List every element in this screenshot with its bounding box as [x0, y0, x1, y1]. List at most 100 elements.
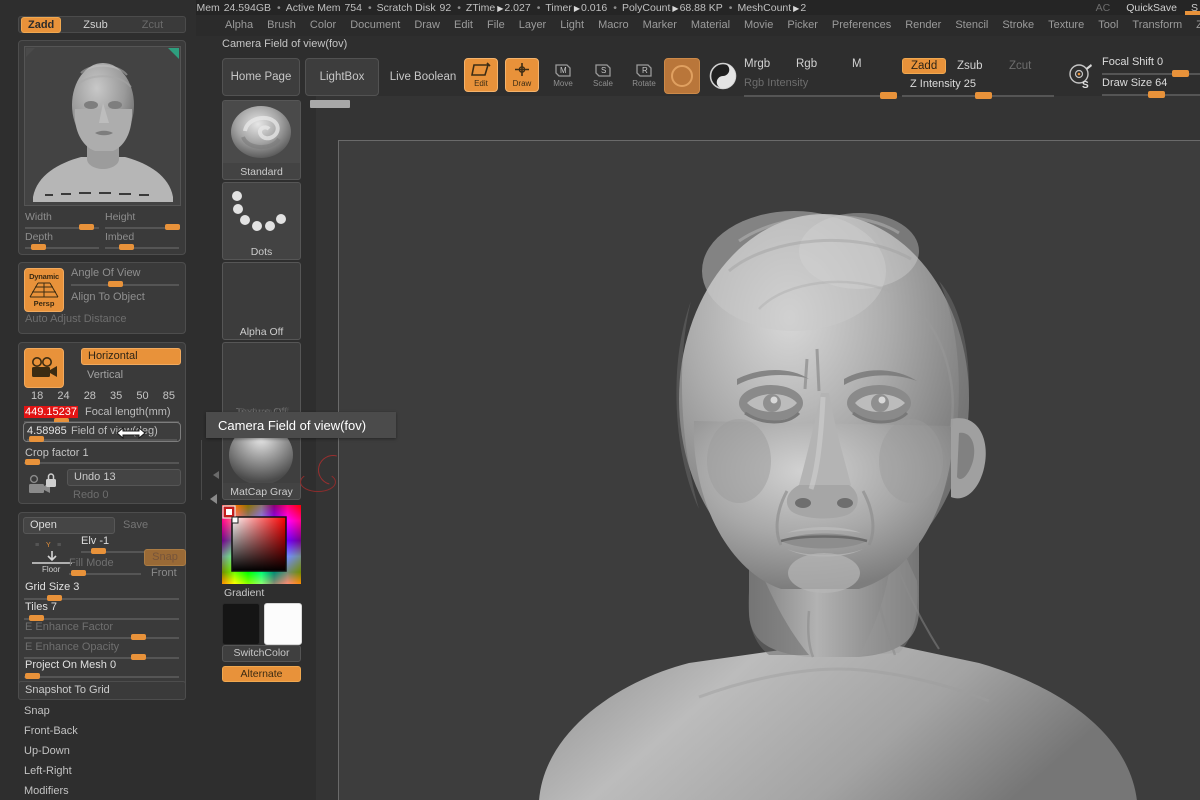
- menu-item-movie[interactable]: Movie: [737, 17, 780, 34]
- tiles-track[interactable]: [24, 618, 179, 620]
- zsub-button[interactable]: Zsub: [957, 60, 983, 72]
- focal-preset-18[interactable]: 18: [31, 390, 43, 404]
- menu-item-draw[interactable]: Draw: [407, 17, 447, 34]
- orientation-horizontal-button[interactable]: Horizontal: [81, 348, 181, 365]
- align-to-object-label[interactable]: Align To Object: [71, 291, 145, 303]
- menu-item-layer[interactable]: Layer: [512, 17, 554, 34]
- imbed-slider-track[interactable]: [105, 247, 179, 249]
- focal-preset-28[interactable]: 28: [84, 390, 96, 404]
- menu-item-zplugin[interactable]: Zplugin: [1189, 17, 1200, 34]
- camera-lock-icon[interactable]: [26, 471, 60, 499]
- menu-item-picker[interactable]: Picker: [780, 17, 825, 34]
- material-preview-button[interactable]: [706, 58, 740, 94]
- menu-item-macro[interactable]: Macro: [591, 17, 636, 34]
- m-button[interactable]: M: [852, 58, 862, 70]
- elv-knob[interactable]: [91, 548, 106, 554]
- z-intensity-knob[interactable]: [975, 92, 992, 99]
- sidebar-item-left-right[interactable]: Left-Right: [18, 762, 186, 781]
- undo-button[interactable]: Undo 13: [67, 469, 181, 486]
- sidebar-zsub-button[interactable]: Zsub: [77, 18, 113, 32]
- imbed-slider-knob[interactable]: [119, 244, 134, 250]
- camera-icon-button[interactable]: [24, 348, 64, 388]
- field-of-view-track[interactable]: [27, 439, 177, 441]
- focal-length-value[interactable]: 449.15237: [24, 406, 78, 418]
- height-slider-knob[interactable]: [165, 224, 180, 230]
- brush-swatch[interactable]: Standard: [222, 100, 301, 180]
- auto-adjust-distance-label[interactable]: Auto Adjust Distance: [25, 313, 127, 325]
- menu-item-preferences[interactable]: Preferences: [825, 17, 898, 34]
- draw-size-knob[interactable]: [1148, 91, 1165, 98]
- snap-button[interactable]: Snap: [144, 549, 186, 566]
- menu-item-brush[interactable]: Brush: [260, 17, 303, 34]
- sidebar-item-up-down[interactable]: Up-Down: [18, 742, 186, 761]
- panel-collapse-arrow-icon[interactable]: [210, 494, 217, 504]
- angle-of-view-knob[interactable]: [108, 281, 123, 287]
- redo-label[interactable]: Redo 0: [73, 489, 108, 501]
- depth-slider-knob[interactable]: [31, 244, 46, 250]
- zadd-button[interactable]: Zadd: [902, 58, 947, 74]
- focal-preset-85[interactable]: 85: [163, 390, 175, 404]
- canvas-viewport[interactable]: [338, 140, 1200, 800]
- menu-item-color[interactable]: Color: [303, 17, 343, 34]
- live-boolean-button[interactable]: Live Boolean: [383, 58, 463, 96]
- menu-item-texture[interactable]: Texture: [1041, 17, 1091, 34]
- rgb-intensity-track[interactable]: [744, 95, 896, 97]
- menu-item-alpha[interactable]: Alpha: [218, 17, 260, 34]
- secondary-color-swatch[interactable]: [264, 603, 302, 645]
- sidebar-zadd-button[interactable]: Zadd: [21, 16, 62, 33]
- menu-item-stencil[interactable]: Stencil: [948, 17, 995, 34]
- rotate-button[interactable]: R Rotate: [627, 58, 661, 92]
- home-page-button[interactable]: Home Page: [222, 58, 300, 96]
- sidebar-item-modifiers[interactable]: Modifiers: [18, 782, 186, 800]
- save-label[interactable]: Save: [123, 519, 148, 531]
- auto-save-indicator[interactable]: AC: [1096, 2, 1111, 14]
- menu-item-edit[interactable]: Edit: [447, 17, 480, 34]
- zcut-button[interactable]: Zcut: [1009, 60, 1031, 72]
- menu-item-marker[interactable]: Marker: [636, 17, 684, 34]
- active-material-button[interactable]: [664, 58, 700, 94]
- focal-shift-knob[interactable]: [1172, 70, 1189, 77]
- focal-preset-24[interactable]: 24: [57, 390, 69, 404]
- open-button[interactable]: Open: [23, 517, 115, 534]
- focal-preset-50[interactable]: 50: [136, 390, 148, 404]
- angle-of-view-track[interactable]: [71, 284, 179, 286]
- switch-color-button[interactable]: SwitchColor: [222, 645, 301, 662]
- color-picker[interactable]: [222, 505, 301, 584]
- edit-button[interactable]: Edit: [464, 58, 498, 92]
- field-of-view-knob[interactable]: [29, 436, 44, 442]
- tool-preview-thumbnail[interactable]: [24, 46, 181, 206]
- rgb-button[interactable]: Rgb: [796, 58, 817, 70]
- alpha-swatch[interactable]: Alpha Off: [222, 262, 301, 340]
- menu-item-material[interactable]: Material: [684, 17, 737, 34]
- move-button[interactable]: M Move: [546, 58, 580, 92]
- e-enhance-opacity-knob[interactable]: [131, 654, 146, 660]
- rgb-intensity-knob[interactable]: [880, 92, 897, 99]
- lightbox-button[interactable]: LightBox: [305, 58, 379, 96]
- menu-item-tool[interactable]: Tool: [1091, 17, 1125, 34]
- dynamic-persp-button[interactable]: Dynamic Persp: [24, 268, 64, 312]
- menu-item-stroke[interactable]: Stroke: [995, 17, 1041, 34]
- canvas-scroll-handle[interactable]: [310, 100, 350, 108]
- project-on-mesh-track[interactable]: [24, 676, 179, 678]
- e-enhance-factor-track[interactable]: [24, 637, 179, 639]
- sculpt-model[interactable]: [339, 141, 1200, 800]
- panel-collapse-arrow-secondary-icon[interactable]: [213, 471, 219, 479]
- sidebar-item-snap[interactable]: Snap: [18, 702, 186, 721]
- focal-preset-35[interactable]: 35: [110, 390, 122, 404]
- front-label[interactable]: Front: [151, 567, 177, 579]
- fill-mode-knob[interactable]: [71, 570, 86, 576]
- draw-button[interactable]: Draw: [505, 58, 539, 92]
- crop-factor-knob[interactable]: [25, 459, 40, 465]
- scale-button[interactable]: S Scale: [586, 58, 620, 92]
- menu-item-light[interactable]: Light: [553, 17, 591, 34]
- orientation-vertical-button[interactable]: Vertical: [81, 367, 181, 383]
- menu-item-file[interactable]: File: [480, 17, 512, 34]
- primary-color-swatch[interactable]: [222, 603, 260, 645]
- stroke-swatch[interactable]: Dots: [222, 182, 301, 260]
- fill-mode-label[interactable]: Fill Mode: [69, 557, 114, 569]
- snapshot-to-grid-button[interactable]: Snapshot To Grid: [18, 681, 186, 700]
- mrgb-button[interactable]: Mrgb: [744, 58, 770, 70]
- menu-item-render[interactable]: Render: [898, 17, 948, 34]
- crop-factor-track[interactable]: [24, 462, 179, 464]
- project-on-mesh-knob[interactable]: [25, 673, 40, 679]
